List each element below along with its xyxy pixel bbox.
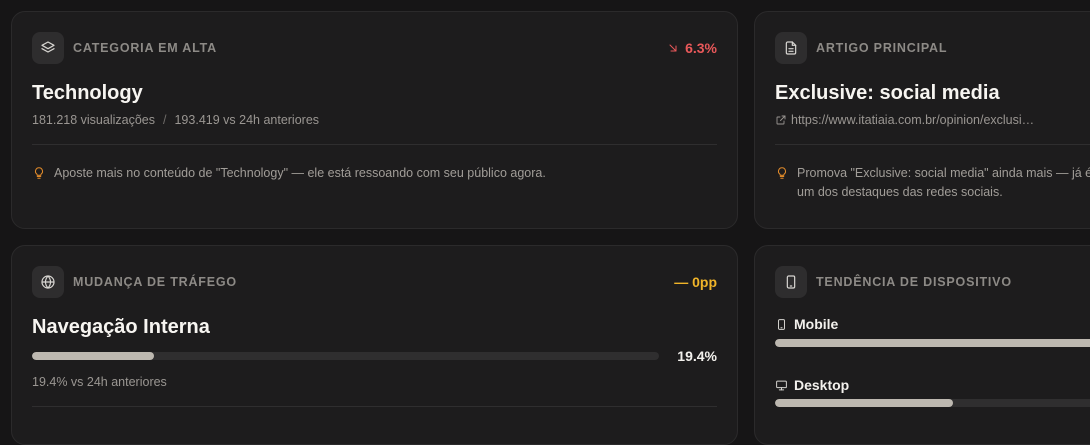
device-label: Desktop [794,377,850,393]
arrow-down-right-icon [669,44,677,52]
delta-value: — 0pp [674,274,717,290]
delta-badge: 6.3% [667,40,717,56]
card-header: ARTIGO PRINCIPAL [775,32,947,64]
card-header-label: ARTIGO PRINCIPAL [816,41,948,55]
globe-icon [32,266,64,298]
lightbulb-icon [34,167,44,179]
category-stats: 181.218 visualizações / 193.419 vs 24h a… [32,113,319,127]
category-title: Technology [32,82,143,104]
layers-icon [32,32,64,64]
comparison-text: 193.419 vs 24h anteriores [174,113,320,127]
delta-badge: — 0pp [674,274,717,290]
traffic-share-fill [32,352,154,360]
views-count: 181.218 visualizações [32,113,155,127]
card-header-label: TENDÊNCIA DE DISPOSITIVO [816,275,1012,289]
delta-value: 6.3% [685,40,717,56]
trending-category-card: CATEGORIA EM ALTA 6.3% Technology 181.21… [11,11,738,229]
traffic-share-percent: 19.4% [677,348,717,364]
card-header: MUDANÇA DE TRÁFEGO [32,266,237,298]
article-title: Exclusive: social media [775,82,1000,104]
tip-text: Aposte mais no conteúdo de "Technology" … [54,166,546,180]
card-header: TENDÊNCIA DE DISPOSITIVO [775,266,1012,298]
top-article-card: ARTIGO PRINCIPAL Exclusive: social media… [754,11,1090,229]
divider [32,144,717,145]
document-icon [775,32,807,64]
article-url[interactable]: https://www.itatiaia.com.br/opinion/excl… [791,113,1034,127]
phone-icon [775,266,807,298]
phone-icon [778,318,785,330]
device-share-bar-mobile [775,339,1090,347]
card-header: CATEGORIA EM ALTA [32,32,217,64]
device-trend-card: TENDÊNCIA DE DISPOSITIVO Mobile Desktop [754,245,1090,445]
device-row-mobile: Mobile [775,316,838,332]
device-share-bar-desktop [775,399,1090,407]
recommendation-tip: Aposte mais no conteúdo de "Technology" … [32,164,717,183]
traffic-source-title: Navegação Interna [32,316,210,338]
card-header-label: CATEGORIA EM ALTA [73,41,217,55]
device-share-fill [775,339,1090,347]
divider [32,406,717,407]
device-label: Mobile [794,316,839,332]
device-row-desktop: Desktop [775,377,849,393]
separator: / [163,113,167,127]
traffic-comparison: 19.4% vs 24h anteriores [32,375,167,389]
lightbulb-icon [777,167,787,179]
monitor-icon [776,380,787,390]
card-header-label: MUDANÇA DE TRÁFEGO [73,275,237,289]
device-share-fill [775,399,954,407]
traffic-change-card: MUDANÇA DE TRÁFEGO — 0pp Navegação Inter… [11,245,738,445]
external-link-icon [776,115,786,125]
recommendation-tip: Promova "Exclusive: social media" ainda … [775,164,1090,202]
article-link[interactable]: https://www.itatiaia.com.br/opinion/excl… [775,113,1034,127]
tip-text: Promova "Exclusive: social media" ainda … [797,166,1090,199]
divider [775,144,1090,145]
traffic-share-bar [32,352,659,360]
